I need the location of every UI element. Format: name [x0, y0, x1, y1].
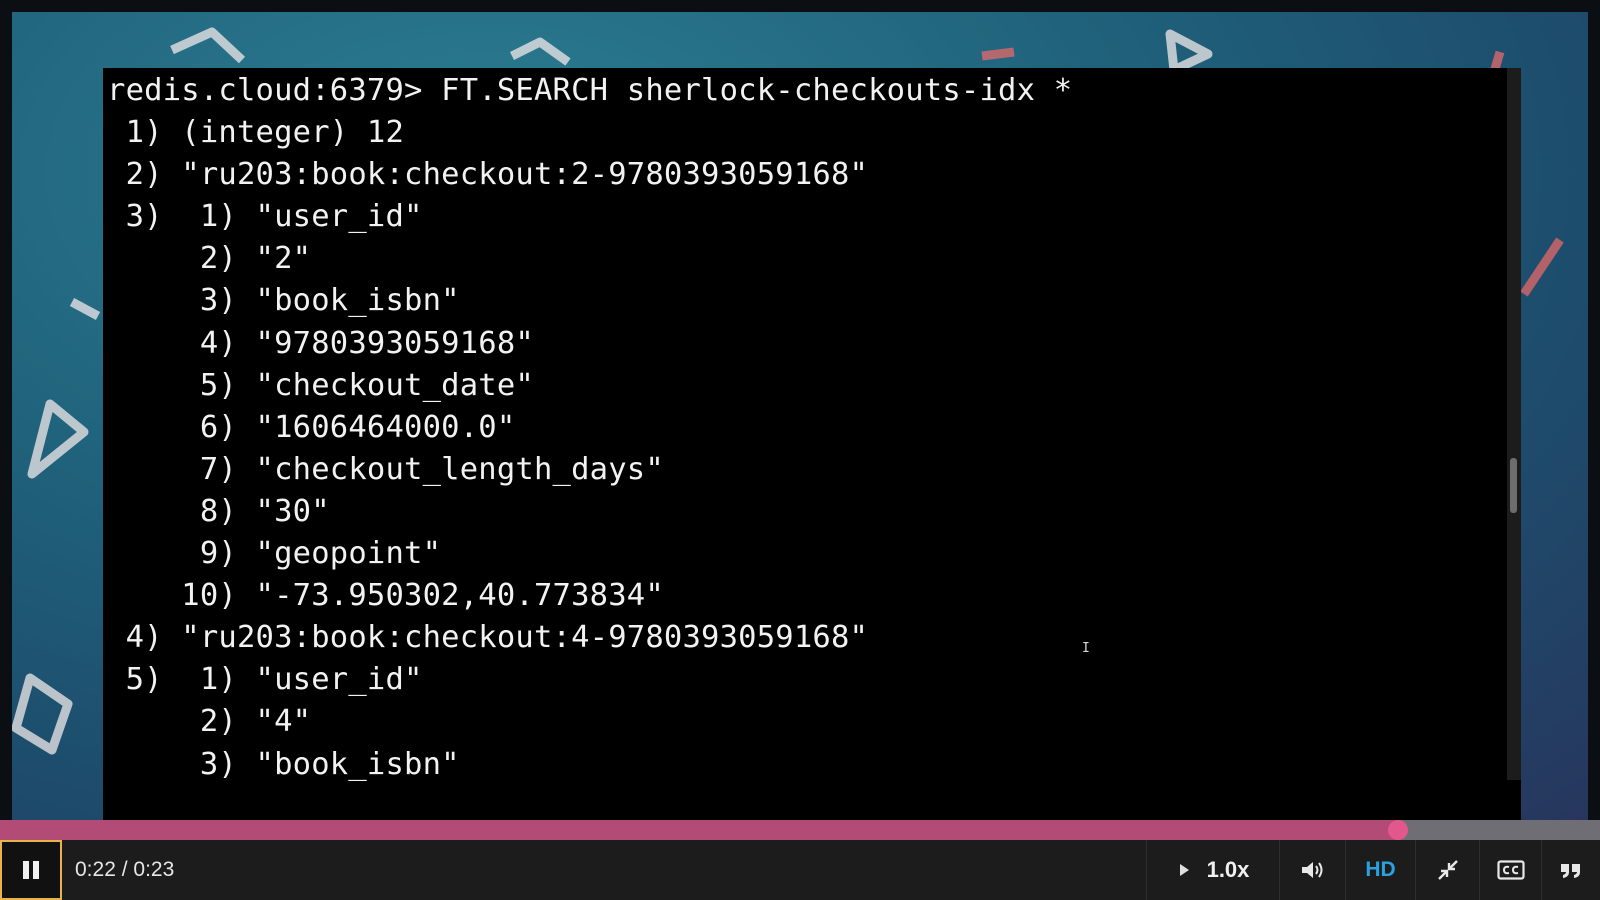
- playback-speed-button[interactable]: 1.0x: [1146, 840, 1280, 900]
- terminal-line: 6) "1606464000.0": [107, 409, 516, 445]
- volume-icon: [1301, 862, 1322, 878]
- shrink-icon: [1437, 860, 1458, 880]
- terminal-line: 2) "2": [107, 241, 312, 277]
- terminal-line: 8) "30": [107, 493, 330, 529]
- scrollbar-thumb[interactable]: [1510, 458, 1517, 513]
- terminal-line: 2) "ru203:book:checkout:2-9780393059168": [107, 157, 869, 193]
- progress-played: [0, 820, 1399, 840]
- pause-button[interactable]: [0, 840, 62, 900]
- video-background: redis.cloud:6379> FT.SEARCH sherlock-che…: [12, 12, 1588, 820]
- terminal-line: redis.cloud:6379> FT.SEARCH sherlock-che…: [107, 73, 1073, 108]
- current-time: 0:22: [75, 858, 116, 881]
- time-display: 0:22 / 0:23: [75, 840, 174, 900]
- progress-bar[interactable]: [0, 820, 1600, 840]
- pause-icon: [23, 861, 39, 879]
- transcript-button[interactable]: [1542, 840, 1600, 900]
- terminal-line: 10) "-73.950302,40.773834": [107, 578, 664, 614]
- text-cursor-icon: I: [1082, 641, 1090, 656]
- terminal-line: 5) 1) "user_id": [107, 662, 423, 698]
- quality-button[interactable]: HD: [1346, 840, 1416, 900]
- volume-button[interactable]: [1280, 840, 1346, 900]
- terminal-line: 2) "4": [107, 704, 312, 740]
- terminal-line: 3) 1) "user_id": [107, 199, 423, 235]
- progress-handle[interactable]: [1388, 820, 1409, 840]
- playback-speed-label: 1.0x: [1206, 857, 1250, 882]
- quote-icon: [1561, 864, 1580, 878]
- terminal-line: 4) "ru203:book:checkout:4-9780393059168": [107, 620, 869, 656]
- terminal-window[interactable]: redis.cloud:6379> FT.SEARCH sherlock-che…: [103, 68, 1521, 820]
- terminal-line: 1) (integer) 12: [107, 115, 405, 151]
- terminal-line: 5) "checkout_date": [107, 367, 534, 403]
- video-stage[interactable]: redis.cloud:6379> FT.SEARCH sherlock-che…: [0, 0, 1600, 820]
- terminal-line: 7) "checkout_length_days": [107, 451, 664, 487]
- play-triangle-icon: [1179, 864, 1189, 876]
- terminal-output: redis.cloud:6379> FT.SEARCH sherlock-che…: [107, 70, 1072, 786]
- exit-fullscreen-button[interactable]: [1416, 840, 1480, 900]
- captions-button[interactable]: [1480, 840, 1542, 900]
- player-controls: 0:22 / 0:23 1.0x HD: [0, 840, 1600, 900]
- time-separator: /: [115, 858, 134, 881]
- duration: 0:23: [133, 858, 175, 881]
- quality-label: HD: [1365, 858, 1396, 881]
- terminal-scrollbar[interactable]: [1507, 68, 1521, 780]
- cc-icon: [1496, 860, 1525, 880]
- terminal-line: 4) "9780393059168": [107, 325, 534, 361]
- terminal-line: 9) "geopoint": [107, 536, 442, 572]
- terminal-line: 3) "book_isbn": [107, 283, 460, 319]
- terminal-line: 3) "book_isbn": [107, 746, 460, 782]
